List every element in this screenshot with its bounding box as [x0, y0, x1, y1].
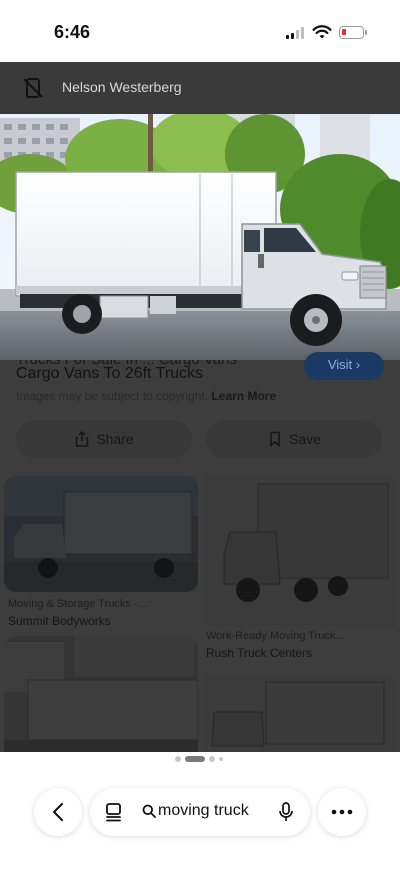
chevron-left-icon [53, 803, 63, 821]
hero-image[interactable] [0, 114, 400, 360]
back-button[interactable] [34, 788, 82, 836]
cellular-signal-icon [286, 27, 306, 39]
search-query[interactable]: moving truck [158, 802, 249, 820]
no-phone-icon [23, 78, 43, 98]
tabs-icon[interactable] [104, 802, 124, 822]
chevron-right-icon: › [355, 357, 361, 372]
more-icon [331, 809, 353, 815]
related-image-2[interactable] [206, 476, 396, 626]
mic-icon[interactable] [278, 802, 294, 822]
save-label: Save [289, 431, 321, 447]
share-label: Share [96, 431, 134, 447]
bottom-toolbar: moving truck [0, 764, 400, 870]
visit-button[interactable]: Visit › [304, 352, 384, 380]
learn-more-link[interactable]: Learn More [211, 389, 276, 403]
copyright-notice: Images may be subject to copyright. Lear… [16, 389, 276, 403]
page-indicator [0, 756, 400, 764]
share-icon [76, 431, 89, 447]
visit-label: Visit [327, 357, 353, 372]
search-bar[interactable]: moving truck [90, 788, 310, 836]
related-title-1[interactable]: Moving & Storage Trucks -... [8, 598, 147, 610]
more-button[interactable] [318, 788, 366, 836]
related-source-2: Rush Truck Centers [206, 646, 313, 660]
copyright-text: Images may be subject to copyright. [16, 389, 209, 403]
source-header[interactable]: Nelson Westerberg [0, 62, 400, 114]
result-title[interactable]: Cargo Vans To 26ft Trucks [16, 365, 203, 383]
wifi-icon [312, 25, 332, 39]
page-dot[interactable] [175, 756, 181, 762]
related-image-4[interactable] [206, 676, 396, 752]
save-button[interactable]: Save [206, 420, 382, 458]
related-title-2[interactable]: Work-Ready Moving Truck... [206, 630, 345, 642]
search-icon [142, 804, 156, 818]
dimmed-result-panel: Nelson Westerberg Cargo Vans To 26ft Tru… [0, 62, 400, 752]
source-name: Nelson Westerberg [62, 79, 182, 95]
bookmark-icon [270, 431, 280, 447]
related-image-1[interactable] [4, 476, 198, 592]
page-dot[interactable] [219, 757, 223, 761]
share-button[interactable]: Share [16, 420, 192, 458]
page-dot-active[interactable] [185, 756, 205, 762]
status-bar: 6:46 [0, 0, 400, 62]
status-time: 6:46 [54, 22, 91, 42]
related-image-3[interactable] [4, 636, 198, 752]
page-dot[interactable] [209, 756, 215, 762]
battery-icon [339, 26, 367, 39]
image-search-viewer: 6:46 Nelson Westerberg Cargo Vans To 26f… [0, 0, 400, 870]
related-source-1: Summit Bodyworks [8, 614, 111, 628]
